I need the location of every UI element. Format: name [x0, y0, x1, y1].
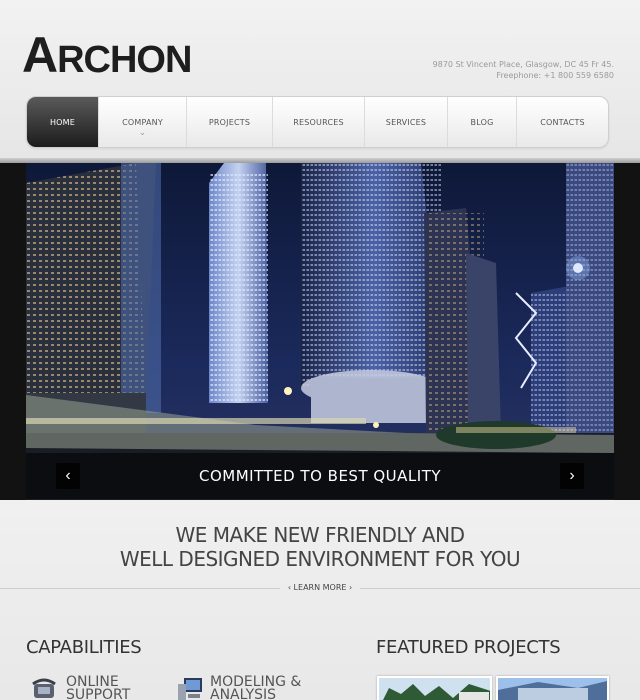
- nav-company[interactable]: COMPANY ⌄: [99, 97, 187, 147]
- chevron-down-icon: ⌄: [138, 128, 147, 138]
- intro-line-2: WELL DESIGNED ENVIRONMENT FOR YOU: [119, 547, 521, 571]
- slide-caption: COMMITTED TO BEST QUALITY: [198, 467, 442, 485]
- city-night-photo: [26, 163, 614, 500]
- nav-contacts[interactable]: CONTACTS: [517, 97, 608, 147]
- nav-services-label: SERVICES: [385, 117, 427, 127]
- site-header: ARCHON 9870 St Vincent Place, Glasgow, D…: [0, 0, 640, 160]
- logo-first-letter: A: [22, 27, 58, 83]
- nav-projects[interactable]: PROJECTS: [187, 97, 273, 147]
- slide-image: [26, 163, 614, 500]
- site-logo[interactable]: ARCHON: [22, 27, 192, 83]
- learn-more-link[interactable]: ‹ LEARN MORE ›: [0, 583, 640, 592]
- nav-services[interactable]: SERVICES: [365, 97, 448, 147]
- capability-modeling-analysis[interactable]: MODELING & ANALYSIS: [210, 675, 301, 700]
- featured-projects-title: FEATURED PROJECTS: [376, 637, 561, 658]
- computer-icon: [176, 676, 204, 700]
- nav-blog[interactable]: BLOG: [448, 97, 517, 147]
- nav-contacts-label: CONTACTS: [540, 117, 585, 127]
- featured-project-thumb-2[interactable]: [496, 676, 609, 700]
- project-photo-2: [498, 678, 607, 700]
- capability-1-line-2: SUPPORT: [66, 687, 131, 700]
- intro-heading: WE MAKE NEW FRIENDLY AND WELL DESIGNED E…: [0, 523, 640, 571]
- logo-rest: RCHON: [57, 39, 192, 81]
- nav-home[interactable]: HOME: [27, 97, 99, 147]
- nav-resources[interactable]: RESOURCES: [273, 97, 365, 147]
- featured-project-thumb-1[interactable]: [377, 676, 492, 700]
- slider-prev-button[interactable]: ‹: [56, 463, 80, 489]
- project-photo-1: [379, 678, 490, 700]
- intro-line-1: WE MAKE NEW FRIENDLY AND: [175, 523, 465, 547]
- slider-next-button[interactable]: ›: [560, 463, 584, 489]
- nav-blog-label: BLOG: [470, 117, 494, 127]
- capability-online-support[interactable]: ONLINE SUPPORT: [66, 675, 131, 700]
- nav-home-label: HOME: [49, 117, 76, 127]
- capabilities-title: CAPABILITIES: [26, 637, 142, 658]
- chevron-right-icon: ›: [569, 467, 575, 484]
- nav-projects-label: PROJECTS: [208, 117, 251, 127]
- phone-icon: [30, 676, 58, 700]
- nav-company-label: COMPANY: [122, 117, 163, 127]
- chevron-left-icon: ‹: [65, 467, 71, 484]
- image-slider: COMMITTED TO BEST QUALITY ‹ ›: [0, 163, 640, 500]
- capability-2-line-2: ANALYSIS: [210, 687, 277, 700]
- contact-phone: Freephone: +1 800 559 6580: [496, 71, 614, 80]
- page: ARCHON 9870 St Vincent Place, Glasgow, D…: [0, 0, 640, 700]
- contact-address: 9870 St Vincent Place, Glasgow, DC 45 Fr…: [432, 60, 614, 69]
- nav-resources-label: RESOURCES: [293, 117, 344, 127]
- contact-info: 9870 St Vincent Place, Glasgow, DC 45 Fr…: [433, 59, 614, 81]
- main-nav: HOME COMPANY ⌄ PROJECTS RESOURCES SERVIC…: [26, 96, 609, 148]
